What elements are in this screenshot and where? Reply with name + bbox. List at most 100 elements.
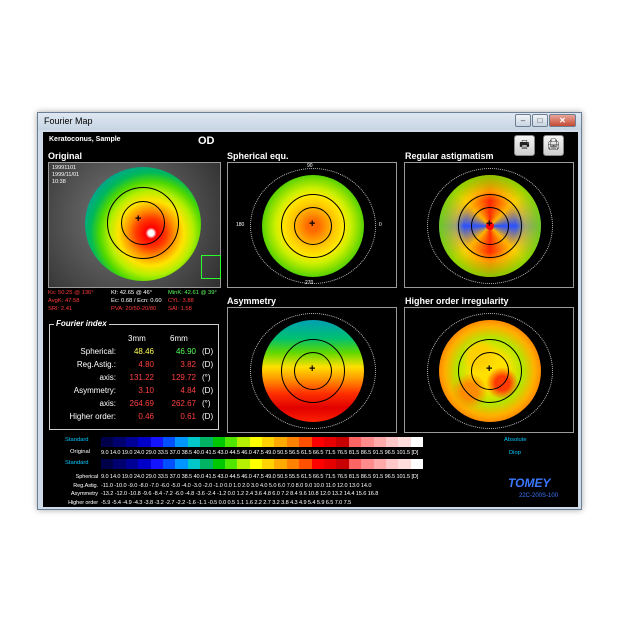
color-swatch: [410, 437, 424, 447]
fourier-row-unit: (D): [202, 347, 214, 356]
panel-title-asymmetry: Asymmetry: [227, 296, 277, 306]
client-area: Keratoconus, Sample OD 🖶 🖨 Original + 19…: [43, 132, 578, 507]
spherical-map-panel[interactable]: + 90 0 270 180: [227, 162, 397, 288]
color-swatch: [336, 437, 349, 447]
color-swatch: [311, 459, 325, 469]
fourier-row-6mm: 129.72: [171, 373, 196, 382]
color-swatch: [125, 437, 139, 447]
print-button[interactable]: 🖶: [514, 135, 535, 156]
color-swatch: [385, 459, 399, 469]
degree-label-270: 270: [305, 280, 314, 286]
col-6mm: 6mm: [170, 334, 188, 343]
fourier-row-unit: (D): [202, 412, 214, 421]
fourier-row-3mm: 48.46: [133, 347, 154, 356]
degree-label-0: 0: [379, 222, 382, 228]
color-swatch: [249, 437, 263, 447]
color-swatch: [138, 459, 151, 469]
center-crosshair-icon: +: [486, 218, 493, 230]
stat-ks: Ks: 50.25 @ 136°: [48, 290, 94, 296]
color-swatch: [175, 459, 188, 469]
stat-avgk: AvgK: 47.58: [48, 298, 80, 304]
color-swatch: [262, 459, 275, 469]
color-swatch: [286, 437, 300, 447]
regular-astigmatism-panel[interactable]: +: [404, 162, 574, 288]
color-swatch: [324, 437, 337, 447]
scale-row-values: -11.0 -10.0 -9.0 -8.0 -7.0 -6.0 -5.0 -4.…: [101, 482, 372, 489]
higher-order-map-panel[interactable]: +: [404, 307, 574, 433]
fourier-row-6mm: 0.61: [180, 412, 196, 421]
stat-ec: Ec: 0.68 / Ecn: 0.60: [111, 298, 162, 304]
color-swatch: [113, 437, 126, 447]
color-swatch: [162, 437, 176, 447]
panel-title-regular: Regular astigmatism: [405, 151, 494, 161]
color-swatch: [212, 437, 225, 447]
fourier-row-6mm: 262.67: [171, 399, 196, 408]
mini-legend-box: [201, 255, 221, 279]
close-button[interactable]: ✕: [549, 114, 576, 127]
center-crosshair-icon: +: [309, 218, 316, 230]
color-swatch: [348, 459, 362, 469]
color-scale-bottom: [101, 459, 424, 469]
print-preview-button[interactable]: 🖨: [543, 135, 564, 156]
stat-cyl: CYL: 3.88: [168, 298, 194, 304]
fourier-row-label: Asymmetry:: [73, 386, 116, 395]
fourier-row-3mm: 264.69: [129, 399, 154, 408]
minimize-button[interactable]: –: [515, 114, 531, 127]
color-swatch: [187, 459, 201, 469]
maximize-button[interactable]: □: [532, 114, 548, 127]
color-swatch: [237, 437, 250, 447]
exam-id: 19991101: [52, 165, 77, 171]
eye-label: OD: [198, 135, 215, 147]
window-title: Fourier Map: [44, 116, 93, 126]
fourier-row-unit: (D): [202, 360, 214, 369]
fourier-row-6mm: 4.84: [180, 386, 196, 395]
scale-row-label: Spherical: [75, 474, 99, 480]
window-controls: – □ ✕: [515, 114, 576, 127]
fourier-row-3mm: 0.46: [138, 412, 154, 421]
color-swatch: [385, 437, 399, 447]
scale-original-label: Original: [70, 449, 90, 455]
fourier-index-box: Fourier index 3mm 6mm Spherical: 48.46 46.…: [49, 319, 219, 430]
color-swatch: [101, 459, 114, 469]
color-swatch: [274, 437, 287, 447]
stat-sai: SAI: 1.58: [168, 306, 192, 312]
color-swatch: [361, 459, 374, 469]
scale-original-values: 9.0 14.0 19.0 24.0 29.0 33.5 37.0 38.5 4…: [101, 450, 419, 456]
stat-kf: Kf: 42.65 @ 46°: [111, 290, 153, 296]
fourier-map-window: Fourier Map – □ ✕ Keratoconus, Sample OD…: [37, 112, 582, 510]
center-crosshair-icon: +: [135, 213, 142, 225]
fourier-row-label: Reg.Astig.:: [76, 360, 116, 369]
color-swatch: [398, 437, 411, 447]
exam-time: 10:38: [52, 179, 66, 185]
color-swatch: [286, 459, 300, 469]
color-swatch: [212, 459, 225, 469]
fourier-row-3mm: 131.22: [129, 373, 154, 382]
color-swatch: [125, 459, 139, 469]
color-swatch: [299, 437, 312, 447]
original-map-panel[interactable]: + 19991101 1999/11/01 10:38: [48, 162, 221, 288]
scale-row-label: Higher order: [68, 499, 98, 506]
window-titlebar[interactable]: Fourier Map – □ ✕: [38, 113, 581, 130]
scale-absolute-label: Absolute: [504, 437, 527, 443]
fourier-row-label: Spherical:: [80, 347, 116, 356]
color-swatch: [299, 459, 312, 469]
color-swatch: [224, 437, 238, 447]
printer-icon: 🖶: [519, 139, 530, 151]
print-preview-icon: 🖨: [546, 139, 561, 151]
scale-row-values: 9.0 14.0 19.0 24.0 29.0 33.5 37.0 38.5 4…: [101, 474, 419, 480]
color-swatch: [162, 459, 176, 469]
color-swatch: [237, 459, 250, 469]
color-swatch: [410, 459, 424, 469]
fourier-index-title: Fourier index: [54, 319, 109, 328]
fourier-row-unit: (°): [202, 399, 211, 408]
col-3mm: 3mm: [128, 334, 146, 343]
color-swatch: [373, 437, 386, 447]
fourier-row-unit: (°): [202, 373, 211, 382]
color-swatch: [150, 459, 163, 469]
stat-sri: SRI: 2.41: [48, 306, 73, 312]
color-swatch: [200, 437, 213, 447]
asymmetry-map-panel[interactable]: +: [227, 307, 397, 433]
fourier-row-label: axis:: [99, 373, 116, 382]
fourier-row-label: Higher order:: [69, 412, 116, 421]
color-swatch: [249, 459, 263, 469]
